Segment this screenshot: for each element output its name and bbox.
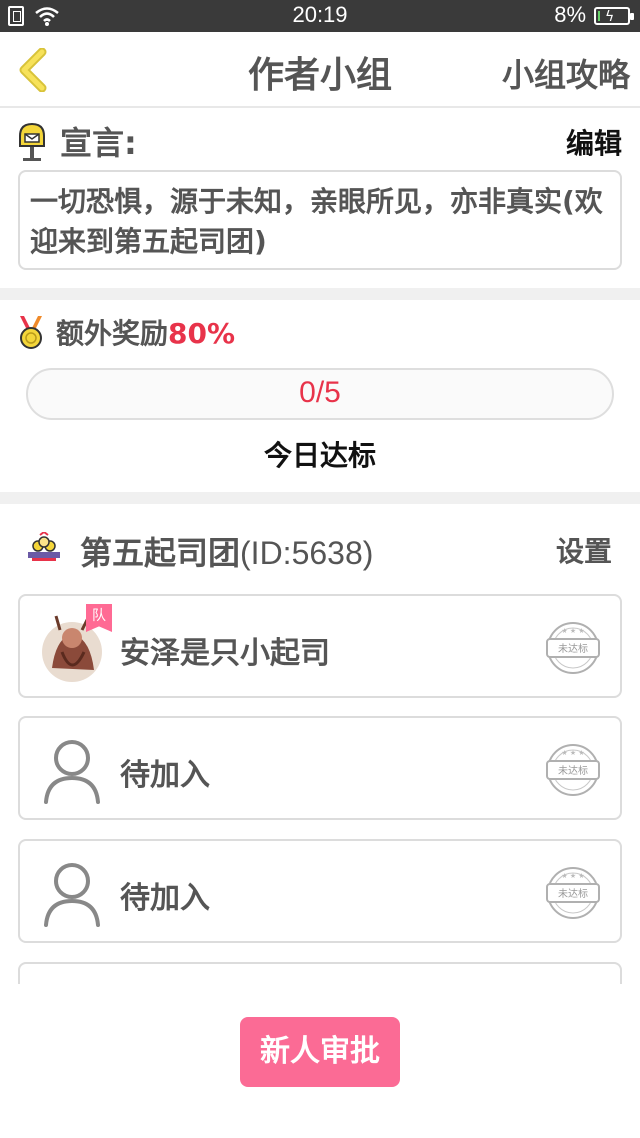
svg-text:★ ★ ★: ★ ★ ★ — [561, 749, 584, 757]
navigation-header: 作者小组 小组攻略 — [0, 32, 640, 108]
section-divider — [0, 492, 640, 504]
clock: 20:19 — [292, 2, 348, 27]
member-name: 待加入 — [120, 758, 210, 793]
person-placeholder-icon — [44, 863, 100, 927]
daily-progress-bar: 0/5 — [26, 368, 614, 420]
member-list: 队 安泽是只小起司 未达标 ★ ★ ★ 待加入 未达标 ★ ★ ★ 待加入 未达… — [18, 594, 622, 984]
mailbox-icon — [19, 122, 45, 161]
battery-fill — [598, 11, 600, 21]
svg-text:★ ★ ★: ★ ★ ★ — [561, 627, 584, 635]
declaration-text: 一切恐惧，源于未知，亲眼所见，亦非真实(欢迎来到第五起司团) — [18, 170, 622, 270]
member-row[interactable]: 队 安泽是只小起司 未达标 ★ ★ ★ — [18, 594, 622, 698]
svg-text:未达标: 未达标 — [558, 888, 588, 900]
person-placeholder-icon — [44, 740, 100, 804]
extra-reward-text: 额外奖励 — [56, 317, 169, 350]
new-member-approval-button[interactable]: 新人审批 — [240, 1017, 400, 1087]
extra-reward-percent: 80% — [168, 317, 236, 350]
svg-text:★ ★ ★: ★ ★ ★ — [561, 872, 584, 880]
edit-declaration-button[interactable]: 编辑 — [566, 122, 622, 162]
charging-bolt-icon: ϟ — [605, 9, 615, 25]
not-met-stamp-icon: 未达标 ★ ★ ★ — [546, 867, 600, 919]
section-divider — [0, 288, 640, 300]
declaration-label: 宣言: — [60, 124, 137, 162]
group-settings-button[interactable]: 设置 — [556, 530, 612, 570]
declaration-header: 宣言: 编辑 — [18, 118, 622, 162]
progress-count: 0/5 — [299, 376, 341, 409]
extra-reward-label: 额外奖励80% — [56, 312, 235, 352]
group-guide-link[interactable]: 小组攻略 — [502, 50, 630, 96]
svg-text:未达标: 未达标 — [558, 765, 588, 777]
group-icon — [28, 532, 60, 561]
not-met-stamp-icon: 未达标 ★ ★ ★ — [546, 622, 600, 674]
member-name: 待加入 — [120, 881, 210, 916]
group-id: (ID:5638) — [240, 535, 374, 571]
daily-standard-label: 今日达标 — [263, 439, 376, 472]
battery-icon: ϟ — [594, 7, 634, 25]
group-name: 第五起司团 — [80, 534, 241, 572]
svg-text:未达标: 未达标 — [558, 643, 588, 655]
group-title: 第五起司团(ID:5638) — [80, 528, 373, 574]
member-row[interactable]: 待加入 未达标 ★ ★ ★ — [18, 839, 622, 943]
status-bar: 20:19 8% ϟ — [0, 0, 640, 32]
member-row[interactable] — [18, 962, 622, 984]
medal-icon — [20, 316, 42, 349]
battery-percent: 8% — [554, 2, 586, 27]
member-name: 安泽是只小起司 — [120, 636, 330, 671]
member-row[interactable]: 待加入 未达标 ★ ★ ★ — [18, 716, 622, 820]
not-met-stamp-icon: 未达标 ★ ★ ★ — [546, 744, 600, 796]
person-placeholder-icon — [42, 976, 108, 984]
